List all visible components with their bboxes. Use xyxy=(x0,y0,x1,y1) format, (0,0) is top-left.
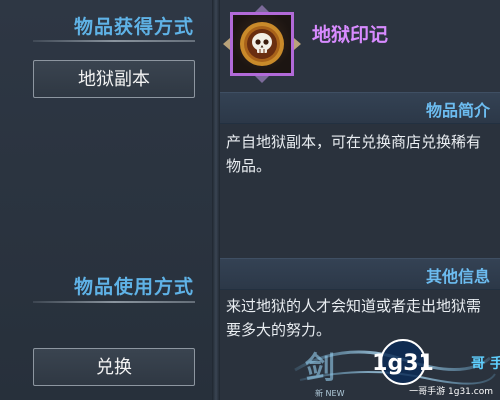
other-info-text: 来过地狱的人才会知道或者走出地狱需要多大的努力。 xyxy=(226,297,482,339)
skull-icon xyxy=(240,22,284,66)
use-divider xyxy=(33,301,195,303)
item-header: 地狱印记 xyxy=(220,0,500,92)
exchange-button[interactable]: 兑换 xyxy=(33,348,195,386)
obtain-method-title: 物品获得方式 xyxy=(73,16,194,38)
item-name: 地狱印记 xyxy=(312,24,389,46)
obtain-divider xyxy=(33,40,195,42)
hell-dungeon-button[interactable]: 地狱副本 xyxy=(33,60,195,98)
other-info-title: 其他信息 xyxy=(425,267,490,286)
item-source-panel: 物品获得方式 地狱副本 物品使用方式 兑换 xyxy=(0,0,212,400)
use-method-title: 物品使用方式 xyxy=(73,276,194,298)
other-info-header-bar: 其他信息 xyxy=(220,258,500,290)
intro-text: 产自地狱副本，可在兑换商店兑换稀有物品。 xyxy=(226,133,482,175)
item-icon-frame[interactable] xyxy=(223,5,301,83)
item-detail-panel: 地狱印记 物品简介 产自地狱副本，可在兑换商店兑换稀有物品。 其他信息 来过地狱… xyxy=(220,0,500,400)
intro-header-bar: 物品简介 xyxy=(220,92,500,124)
intro-title: 物品简介 xyxy=(425,101,490,120)
panel-divider xyxy=(212,0,220,400)
